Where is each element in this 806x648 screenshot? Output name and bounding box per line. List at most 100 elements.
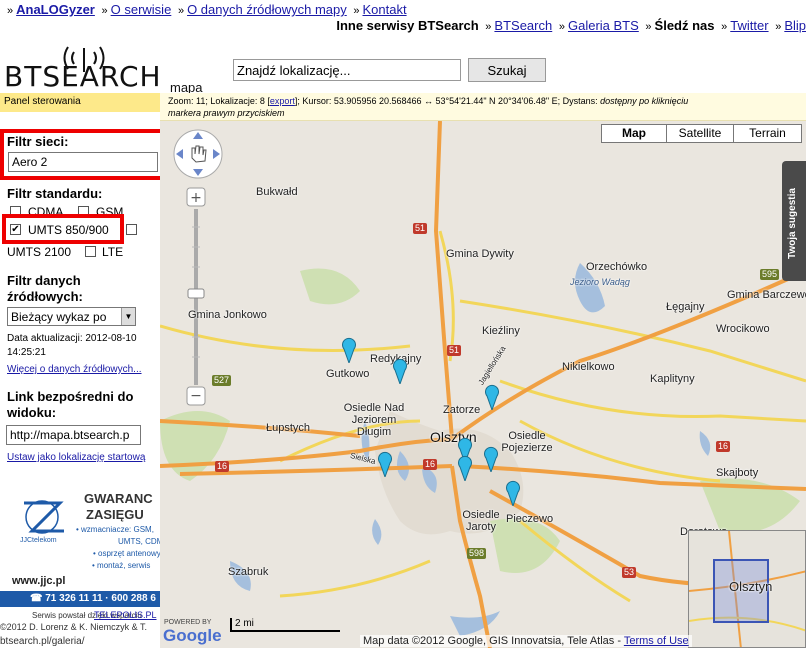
lte-checkbox[interactable] (85, 246, 96, 257)
dropdown-arrow-icon: ▼ (121, 308, 135, 325)
bts-marker-pin[interactable] (392, 358, 408, 384)
bts-marker-pin[interactable] (457, 455, 473, 481)
secondary-navigation: Inne serwisy BTSearch » BTSearch » Galeria… (336, 16, 806, 36)
nav-arrow-icon: » (7, 5, 14, 17)
place-label: Osiedle Nad Jeziorem Długim (343, 402, 405, 438)
nav-link-o-danych[interactable]: O danych źródłowych mapy (187, 2, 347, 17)
site-logo[interactable]: BTSEARCH mapa (4, 44, 214, 95)
place-label: Gmina Dywity (446, 248, 514, 260)
place-label: Nikielkowo (562, 361, 615, 373)
map-type-satellite[interactable]: Satellite (666, 124, 734, 143)
update-time: 14:25:21 (7, 347, 46, 358)
map-scale: 2 mi (230, 618, 340, 632)
link-btsearch[interactable]: BTSearch (494, 18, 552, 33)
nav-link-kontakt[interactable]: Kontakt (363, 2, 407, 17)
place-label: Łupstych (266, 422, 311, 434)
status-cursor-text: ]; Kursor: 53.905956 20.568466 ↔ 53°54'2… (294, 96, 601, 106)
search-button[interactable]: Szukaj (468, 58, 546, 82)
zoom-control[interactable]: + − (186, 187, 208, 409)
follow-label: Śledź nas (654, 18, 715, 33)
feedback-tab[interactable]: Twoja sugestia (782, 161, 806, 281)
place-label: Bukwałd (256, 186, 298, 198)
bts-marker-pin[interactable] (484, 384, 500, 410)
set-start-location-link[interactable]: Ustaw jako lokalizację startową (7, 452, 145, 463)
source-data-value: Bieżący wykaz po (11, 310, 107, 324)
telepolis-link[interactable]: TELEPOLIS.PL (94, 610, 157, 620)
nav-link-o-serwisie[interactable]: O serwisie (111, 2, 172, 17)
copyright-text: ©2012 D. Lorenz & K. Niemczyk & T. (0, 622, 148, 632)
sponsor-bullet-1: • wzmacniacze: GSM, (76, 525, 154, 534)
umts-2100-checkbox[interactable] (126, 224, 137, 235)
bts-marker-pin[interactable] (483, 446, 499, 472)
sponsor-bullet-4: • montaż, serwis (92, 561, 151, 570)
link-galeria-bts[interactable]: Galeria BTS (568, 18, 639, 33)
feedback-label: Twoja sugestia (787, 188, 798, 259)
road-number: 527 (212, 375, 232, 386)
direct-link-label-2: widoku: (7, 405, 57, 420)
terms-of-use-link[interactable]: Terms of Use (624, 635, 689, 647)
overview-city-label: Olsztyn (729, 579, 773, 594)
sponsor-url: www.jjc.pl (12, 575, 66, 587)
source-data-select[interactable]: Bieżący wykaz po ▼ (7, 307, 136, 326)
network-filter-label: Filtr sieci: (7, 134, 69, 149)
place-label: Kieźliny (482, 325, 520, 337)
sponsor-bullet-2: UMTS, CDMA (118, 537, 160, 546)
place-label: Kaplityny (650, 373, 695, 385)
google-logo[interactable]: Google (163, 626, 222, 646)
standard-filter-label: Filtr standardu: (7, 186, 103, 201)
road-number: 598 (467, 548, 487, 559)
umts-900-label: UMTS 850/900 (28, 223, 109, 237)
sponsor-brand: JJCtelekom (20, 537, 57, 544)
road-number: 16 (215, 461, 230, 472)
overview-map[interactable]: Olsztyn (688, 530, 806, 648)
place-label: Osiedle Jaroty (462, 509, 500, 533)
export-link[interactable]: export (270, 96, 295, 106)
bts-marker-pin[interactable] (341, 337, 357, 363)
sponsor-banner[interactable]: JJCtelekom GWARANC ZASIĘGU • wzmacniacze… (0, 487, 160, 627)
map-type-map[interactable]: Map (601, 124, 667, 143)
sponsor-phone: ☎ 71 326 11 11 · 600 288 6 (0, 591, 160, 607)
jjc-logo-icon (24, 500, 64, 534)
place-label: Gmina Jonkowo (188, 309, 267, 321)
nav-link-analogyzer[interactable]: AnaLOGyzer (16, 2, 95, 17)
road-number: 16 (716, 441, 731, 452)
update-date: Data aktualizacji: 2012-08-10 (7, 333, 137, 344)
status-distance-note-2: markera prawym przyciskiem (168, 108, 285, 118)
sponsor-bullet-3: • osprzęt antenowy (93, 549, 160, 558)
status-url: btsearch.pl/galeria/ (0, 636, 85, 647)
nav-arrow-icon: » (485, 21, 492, 33)
nav-arrow-icon: » (645, 21, 652, 33)
pan-control[interactable] (172, 128, 224, 180)
map-canvas[interactable]: Map Satellite Terrain + − Bukwałd Gmina … (160, 121, 806, 648)
lake-label: Jezioro Wadąg (570, 277, 630, 287)
umts-900-checkbox[interactable]: ✔ (10, 224, 21, 235)
more-about-data-link[interactable]: Więcej o danych źródłowych... (7, 364, 142, 375)
place-label: Gutkowo (326, 368, 370, 380)
location-search-input[interactable] (233, 59, 461, 81)
road-number: 51 (447, 345, 462, 356)
link-twitter[interactable]: Twitter (730, 18, 768, 33)
network-filter-input[interactable] (8, 152, 158, 172)
status-zoom-text: Zoom: 11; Lokalizacje: 8 [ (168, 96, 270, 106)
link-blip[interactable]: Blip (784, 18, 806, 33)
nav-arrow-icon: » (558, 21, 565, 33)
status-distance-note: dostępny po kliknięciu (600, 96, 689, 106)
source-filter-label: Filtr danych (7, 273, 81, 288)
source-filter-label-2: źródłowych: (7, 289, 83, 304)
sponsor-title-2: ZASIĘGU (86, 507, 144, 522)
map-type-terrain[interactable]: Terrain (733, 124, 802, 143)
place-label: Szabruk (228, 566, 269, 578)
road-number: 51 (413, 223, 428, 234)
place-label: Orzechówko (586, 261, 648, 273)
place-label: Osiedle Pojezierze (501, 430, 553, 454)
zoom-out-icon: − (190, 388, 202, 404)
control-panel-header: Panel sterowania (0, 93, 160, 112)
bts-marker-pin[interactable] (377, 451, 393, 477)
lte-label: LTE (102, 245, 124, 259)
place-label: Wrocikowo (716, 323, 770, 335)
place-label: Gmina Barczewo (727, 289, 806, 301)
road-number: 53 (622, 567, 637, 578)
zoom-slider-handle (187, 288, 205, 299)
bts-marker-pin[interactable] (505, 480, 521, 506)
direct-link-input[interactable] (6, 425, 141, 445)
